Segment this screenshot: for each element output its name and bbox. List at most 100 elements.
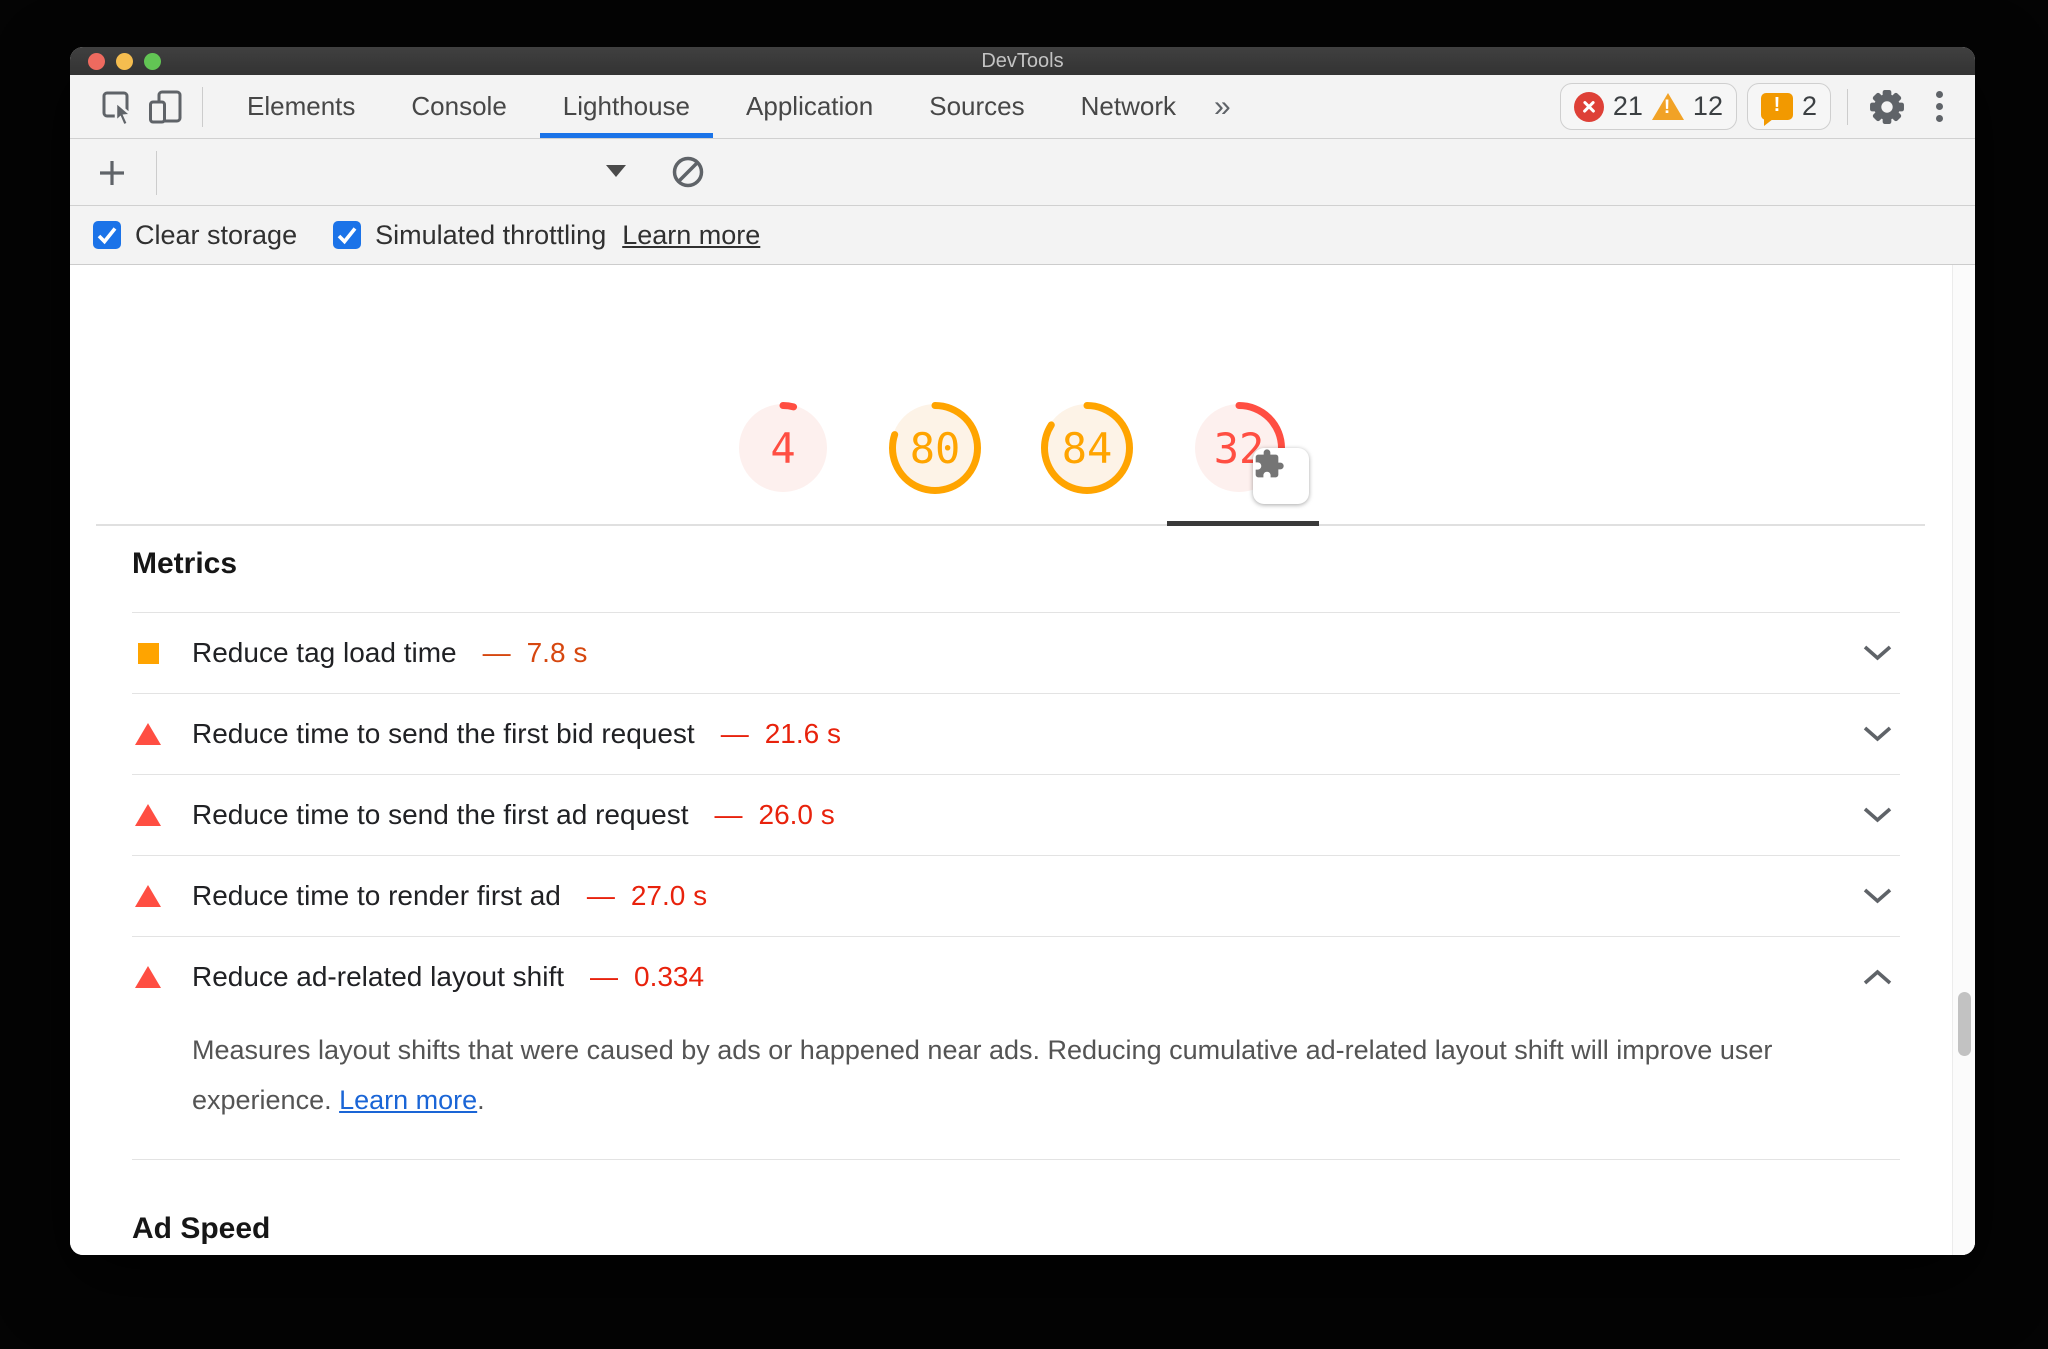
audit-row-toggle[interactable]: Reduce time to send the first bid reques… — [132, 694, 1900, 774]
tab-elements[interactable]: Elements — [219, 75, 383, 138]
tab-application[interactable]: Application — [718, 75, 901, 138]
more-tabs-button[interactable]: » — [1214, 90, 1231, 124]
chevron-down-icon[interactable] — [1861, 725, 1894, 743]
toolbar-separator — [1847, 88, 1848, 125]
audit-title: Reduce tag load time — [192, 637, 457, 668]
fail-triangle-icon — [132, 885, 192, 907]
issue-count: 2 — [1801, 91, 1817, 121]
issues-icon — [1760, 93, 1793, 126]
inspect-element-button[interactable] — [98, 87, 138, 127]
fail-triangle-icon — [132, 966, 192, 988]
toolbar-right-cluster: 21 12 2 — [1559, 83, 1953, 130]
devtools-window: DevTools Elements Console Lighthouse Applic… — [70, 47, 1975, 1255]
audit-dash: — — [586, 880, 615, 911]
gauge-score: 84 — [1061, 423, 1113, 473]
audit-row: Reduce time to send the first ad request… — [132, 774, 1900, 855]
audit-dash: — — [590, 961, 618, 992]
audit-row-toggle[interactable]: Reduce ad-related layout shift — 0.334 — [132, 937, 1900, 1017]
dot — [1936, 91, 1943, 98]
audit-list: Reduce tag load time — 7.8 s Reduce time to… — [132, 612, 1900, 1160]
tab-strip: Elements Console Lighthouse Application Sour… — [219, 75, 1204, 138]
audit-title: Reduce time to send the first ad request — [192, 799, 689, 830]
clear-storage-checkbox[interactable] — [93, 221, 121, 249]
category-gauge-score-4[interactable]: 4 — [737, 402, 829, 494]
settings-button[interactable] — [1868, 88, 1906, 126]
device-toolbar-icon — [149, 90, 182, 123]
audit-dash: — — [482, 637, 511, 668]
device-toolbar-button[interactable] — [146, 87, 186, 127]
inspect-cursor-icon — [102, 91, 135, 127]
category-gauge-score-32[interactable]: 32 — [1193, 402, 1309, 504]
lighthouse-settings-bar: Clear storage Simulated throttling Learn… — [70, 206, 1975, 265]
toolbar-separator — [202, 86, 203, 127]
gear-icon — [1870, 89, 1904, 124]
plus-icon — [100, 161, 124, 185]
audit-value: 7.8 s — [526, 637, 588, 668]
category-divider — [96, 524, 1925, 526]
title-bar: DevTools — [70, 47, 1975, 75]
chevron-up-icon[interactable] — [1861, 968, 1894, 986]
category-gauge-score-80[interactable]: 80 — [889, 402, 981, 494]
more-options-button[interactable] — [1926, 85, 1953, 128]
new-audit-button[interactable] — [92, 153, 132, 193]
fail-triangle-icon — [132, 804, 192, 826]
chevron-down-icon[interactable] — [1861, 806, 1894, 824]
audit-dash: — — [720, 718, 749, 749]
audit-description-period: . — [477, 1085, 485, 1115]
audit-row: Reduce time to render first ad — 27.0 s — [132, 855, 1900, 936]
audit-description: Measures layout shifts that were caused … — [192, 1025, 1832, 1125]
main-toolbar: Elements Console Lighthouse Application Sour… — [70, 75, 1975, 139]
console-errors-warnings-button[interactable]: 21 12 — [1559, 83, 1737, 130]
lighthouse-report: 4 80 84 32 Metrics Reduce tag load time —… — [70, 265, 1975, 1255]
gauge-score: 4 — [770, 423, 796, 473]
toolbar-separator — [156, 151, 157, 195]
fail-triangle-icon — [132, 723, 192, 745]
error-count: 21 — [1612, 91, 1643, 121]
audit-value: 21.6 s — [764, 718, 841, 749]
audit-row: Reduce ad-related layout shift — 0.334 Meas… — [132, 936, 1900, 1160]
audit-section: Reduce tag load time — 7.8 s Reduce time to… — [132, 612, 1900, 1246]
puzzle-piece-icon — [1255, 449, 1284, 478]
category-gauge-score-84[interactable]: 84 — [1041, 402, 1133, 494]
audit-row: Reduce tag load time — 7.8 s — [132, 612, 1900, 693]
gauge-score: 80 — [909, 423, 961, 473]
chevron-down-icon[interactable] — [1861, 887, 1894, 905]
tab-network[interactable]: Network — [1053, 75, 1204, 138]
tab-lighthouse[interactable]: Lighthouse — [535, 75, 718, 138]
audit-row-toggle[interactable]: Reduce tag load time — 7.8 s — [132, 613, 1900, 693]
checkmark-icon — [337, 227, 357, 245]
throttling-learn-more-link[interactable]: Learn more — [622, 220, 760, 251]
audit-row-toggle[interactable]: Reduce time to render first ad — 27.0 s — [132, 856, 1900, 936]
chevron-down-icon[interactable] — [1861, 644, 1894, 662]
scrollbar-thumb[interactable] — [1958, 992, 1971, 1056]
metrics-heading: Metrics — [132, 547, 238, 580]
issues-button[interactable]: 2 — [1746, 83, 1831, 130]
audit-value: 27.0 s — [630, 880, 708, 911]
window-title: DevTools — [981, 49, 1064, 72]
error-icon — [1573, 91, 1604, 122]
clear-reports-button[interactable] — [668, 152, 708, 192]
tab-sources[interactable]: Sources — [901, 75, 1052, 138]
selected-category-indicator — [1167, 521, 1319, 526]
audit-row-toggle[interactable]: Reduce time to send the first ad request… — [132, 775, 1900, 855]
simulated-throttling-checkbox[interactable] — [333, 221, 362, 249]
average-square-icon — [132, 642, 192, 664]
audit-learn-more-link[interactable]: Learn more — [339, 1085, 477, 1115]
scrollbar-track[interactable] — [1952, 265, 1975, 1255]
report-select-dropdown[interactable] — [606, 165, 626, 177]
clear-storage-label[interactable]: Clear storage — [135, 220, 297, 251]
audit-value: 26.0 s — [758, 799, 835, 830]
lighthouse-action-bar — [70, 139, 1975, 206]
warning-icon — [1651, 93, 1684, 120]
checkmark-icon — [97, 227, 117, 245]
tab-console[interactable]: Console — [383, 75, 534, 138]
audit-dash: — — [714, 799, 743, 830]
desktop-background: DevTools Elements Console Lighthouse Applic… — [0, 0, 2048, 1349]
audit-value: 0.334 — [634, 961, 705, 992]
audit-title: Reduce ad-related layout shift — [192, 961, 564, 992]
ad-speed-heading: Ad Speed — [132, 1212, 271, 1245]
simulated-throttling-label[interactable]: Simulated throttling — [375, 220, 606, 251]
audit-row: Reduce time to send the first bid reques… — [132, 693, 1900, 774]
audit-title: Reduce time to render first ad — [192, 880, 561, 911]
audit-title: Reduce time to send the first bid reques… — [192, 718, 695, 749]
